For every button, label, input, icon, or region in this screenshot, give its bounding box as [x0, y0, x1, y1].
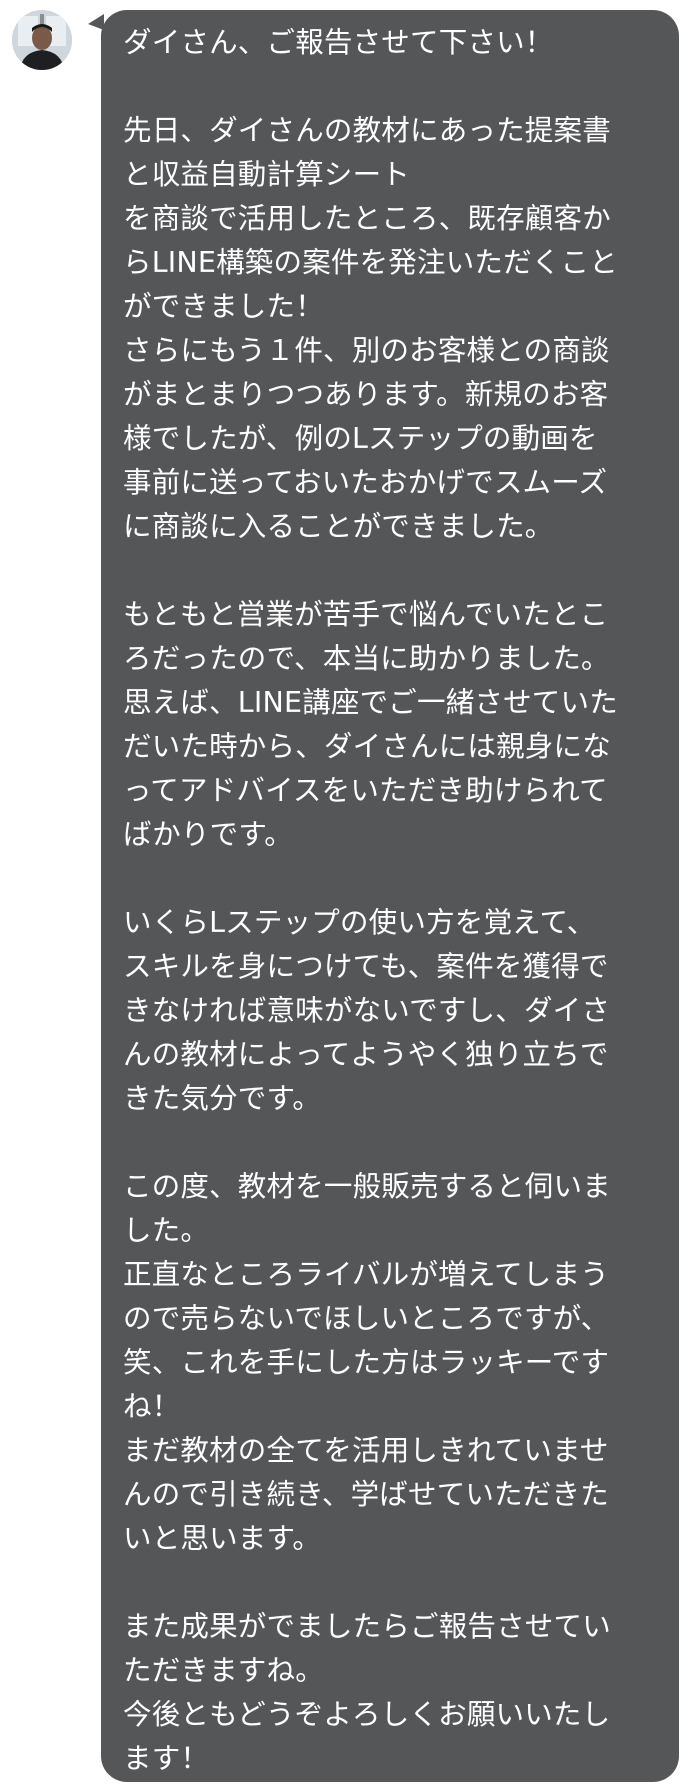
message-line: スキルを身につけても、案件を獲得で: [123, 950, 609, 983]
message-line: に商談に入ることができました。: [123, 510, 554, 543]
message-line: んので引き続き、学ばせていただきた: [123, 1478, 609, 1511]
message-text: ダイさん、ご報告させて下さい！ 先日、ダイさんの教材にあった提案書 と収益自動計算シ…: [123, 21, 661, 1781]
message-line: もともと営業が苦手で悩んでいたとこ: [123, 598, 609, 631]
message-line: また成果がでましたらご報告させてい: [123, 1610, 611, 1643]
message-line: まだ教材の全てを活用しきれていませ: [123, 1434, 609, 1467]
message-line: 正直なところライバルが増えてしまう: [123, 1258, 609, 1291]
message-line: 事前に送っておいたおかげでスムーズ: [123, 466, 608, 499]
message-line: ってアドバイスをいただき助けられて: [123, 774, 608, 807]
message-line: ダイさん、ご報告させて下さい！: [123, 26, 554, 59]
message-line: 先日、ダイさんの教材にあった提案書: [123, 114, 611, 147]
message-line: きなければ意味がないですし、ダイさ: [123, 994, 611, 1027]
message-line: きた気分です。: [123, 1082, 322, 1115]
message-bubble[interactable]: ダイさん、ご報告させて下さい！ 先日、ダイさんの教材にあった提案書 と収益自動計算シ…: [101, 10, 679, 1782]
message-line: らLINE構築の案件を発注いただくこと: [123, 246, 618, 279]
message-line: ばかりです。: [123, 818, 293, 851]
message-line: ね！: [123, 1390, 181, 1423]
message-line: いくらLステップの使い方を覚えて、: [123, 906, 596, 939]
message-line: を商談で活用したところ、既存顧客か: [123, 202, 611, 235]
message-line: 笑、これを手にした方はラッキーです: [123, 1346, 610, 1379]
message-line: 今後ともどうぞよろしくお願いいたし: [123, 1698, 611, 1731]
message-line: ただきますね。: [123, 1654, 324, 1687]
message-line: 思えば、LINE講座でご一緒させていた: [123, 686, 618, 719]
message-line: んの教材によってようやく独り立ちで: [123, 1038, 609, 1071]
sender-avatar[interactable]: [12, 10, 72, 70]
message-line: ので売らないでほしいところですが、: [123, 1302, 610, 1335]
message-line: 様でしたが、例のLステップの動画を: [123, 422, 598, 455]
message-line: ができました！: [123, 290, 324, 323]
message-line: と収益自動計算シート: [123, 158, 411, 191]
message-line: がまとまりつつあります。新規のお客: [123, 378, 609, 411]
message-line: この度、教材を一般販売すると伺いま: [123, 1170, 611, 1203]
message-line: した。: [123, 1214, 210, 1247]
message-line: いと思います。: [123, 1522, 322, 1555]
message-line: ます！: [123, 1742, 210, 1775]
message-line: だいた時から、ダイさんには親身にな: [123, 730, 611, 763]
message-line: さらにもう１件、別のお客様との商談: [123, 334, 610, 367]
message-line: ろだったので、本当に助かりました。: [123, 642, 610, 675]
avatar-photo-icon: [12, 10, 72, 70]
